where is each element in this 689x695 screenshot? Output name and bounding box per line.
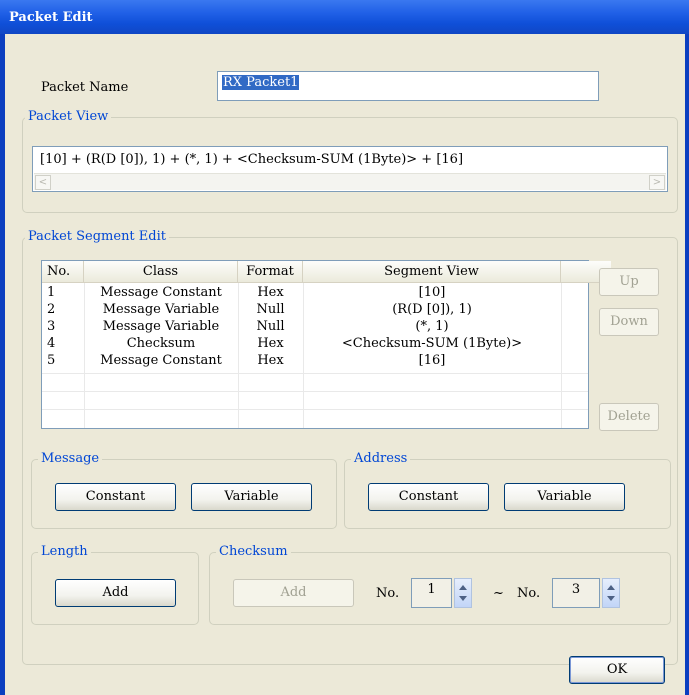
grid-line [42, 373, 588, 374]
message-variable-button[interactable]: Variable [191, 483, 312, 511]
scroll-right-icon[interactable]: > [649, 175, 665, 190]
grid-line [42, 391, 588, 392]
packet-view-scrollbar[interactable]: < > [34, 173, 666, 190]
address-legend: Address [351, 451, 411, 467]
spin-up-icon[interactable] [459, 585, 467, 590]
length-legend: Length [38, 544, 91, 560]
cell-segment-view: (*, 1) [415, 319, 449, 334]
address-constant-button[interactable]: Constant [368, 483, 489, 511]
message-constant-button[interactable]: Constant [55, 483, 176, 511]
cell-no: 4 [47, 336, 56, 351]
scroll-left-icon[interactable]: < [35, 175, 51, 190]
col-no-header[interactable]: No. [42, 261, 84, 283]
checksum-from-input[interactable]: 1 [411, 578, 452, 608]
packet-name-value: RX Packet1 [222, 75, 300, 90]
window-title: Packet Edit [0, 0, 689, 34]
checksum-from-label: No. [376, 586, 400, 601]
cell-format: Hex [257, 353, 284, 368]
col-class-header[interactable]: Class [84, 261, 238, 283]
message-group: Message Constant Variable [31, 451, 337, 529]
checksum-from-spinner[interactable] [454, 578, 472, 608]
packet-name-label: Packet Name [41, 80, 129, 95]
cell-format: Hex [257, 336, 284, 351]
cell-no: 3 [47, 319, 56, 334]
cell-class: Message Constant [100, 353, 222, 368]
ok-button[interactable]: OK [569, 656, 665, 684]
cell-format: Null [256, 302, 285, 317]
cell-segment-view: (R(D [0]), 1) [392, 302, 472, 317]
cell-segment-view: [16] [418, 353, 446, 368]
table-row[interactable]: 2 Message Variable Null (R(D [0]), 1) [42, 302, 561, 318]
cell-format: Hex [257, 285, 284, 300]
spin-up-icon[interactable] [607, 585, 615, 590]
up-button[interactable]: Up [599, 268, 659, 296]
checksum-add-button[interactable]: Add [233, 579, 354, 607]
spin-down-icon[interactable] [607, 596, 615, 601]
cell-class: Message Variable [102, 319, 220, 334]
table-row[interactable]: 4 Checksum Hex <Checksum-SUM (1Byte)> [42, 336, 561, 352]
checksum-to-label: No. [517, 586, 541, 601]
cell-class: Message Constant [100, 285, 222, 300]
col-segment-view-header[interactable]: Segment View [303, 261, 561, 283]
length-add-button[interactable]: Add [55, 579, 176, 607]
delete-button[interactable]: Delete [599, 403, 659, 431]
packet-view-legend: Packet View [25, 109, 112, 125]
checksum-from-value: 1 [427, 582, 436, 597]
cell-format: Null [256, 319, 285, 334]
packet-view-box[interactable]: [10] + (R(D [0]), 1) + (*, 1) + <Checksu… [32, 146, 668, 192]
cell-segment-view: <Checksum-SUM (1Byte)> [341, 336, 523, 351]
cell-class: Message Variable [102, 302, 220, 317]
spin-down-icon[interactable] [459, 596, 467, 601]
checksum-to-value: 3 [571, 582, 581, 597]
packet-view-text: [10] + (R(D [0]), 1) + (*, 1) + <Checksu… [40, 152, 464, 167]
message-legend: Message [38, 451, 103, 467]
grid-line [42, 409, 588, 410]
table-row[interactable]: 5 Message Constant Hex [16] [42, 353, 561, 369]
table-row[interactable]: 3 Message Variable Null (*, 1) [42, 319, 561, 335]
checksum-legend: Checksum [216, 544, 291, 560]
packet-edit-window: Packet Edit Packet Name RX Packet1 Packe… [0, 0, 689, 695]
cell-segment-view: [10] [418, 285, 446, 300]
grid-line [561, 283, 562, 428]
packet-name-input[interactable]: RX Packet1 [217, 71, 599, 101]
cell-no: 1 [47, 285, 56, 300]
dialog-client-area: Packet Name RX Packet1 Packet View [10] … [5, 34, 685, 695]
col-format-header[interactable]: Format [238, 261, 303, 283]
checksum-to-spinner[interactable] [602, 578, 620, 608]
cell-class: Checksum [126, 336, 196, 351]
down-button[interactable]: Down [599, 308, 659, 336]
length-group: Length Add [31, 544, 199, 625]
cell-no: 2 [47, 302, 56, 317]
range-tilde: ~ [493, 586, 504, 601]
packet-view-group: Packet View [10] + (R(D [0]), 1) + (*, 1… [22, 109, 678, 213]
address-variable-button[interactable]: Variable [504, 483, 625, 511]
checksum-group: Checksum Add No. 1 ~ No. 3 [209, 544, 671, 625]
segment-edit-legend: Packet Segment Edit [25, 229, 169, 245]
segment-list[interactable]: No. Class Format Segment View 1 Message … [41, 260, 611, 429]
address-group: Address Constant Variable [344, 451, 671, 529]
cell-no: 5 [47, 353, 56, 368]
checksum-to-input[interactable]: 3 [552, 578, 600, 608]
table-row[interactable]: 1 Message Constant Hex [10] [42, 285, 561, 301]
segment-edit-group: Packet Segment Edit No. Class Format Seg… [22, 229, 678, 665]
segment-list-header: No. Class Format Segment View [42, 261, 611, 283]
